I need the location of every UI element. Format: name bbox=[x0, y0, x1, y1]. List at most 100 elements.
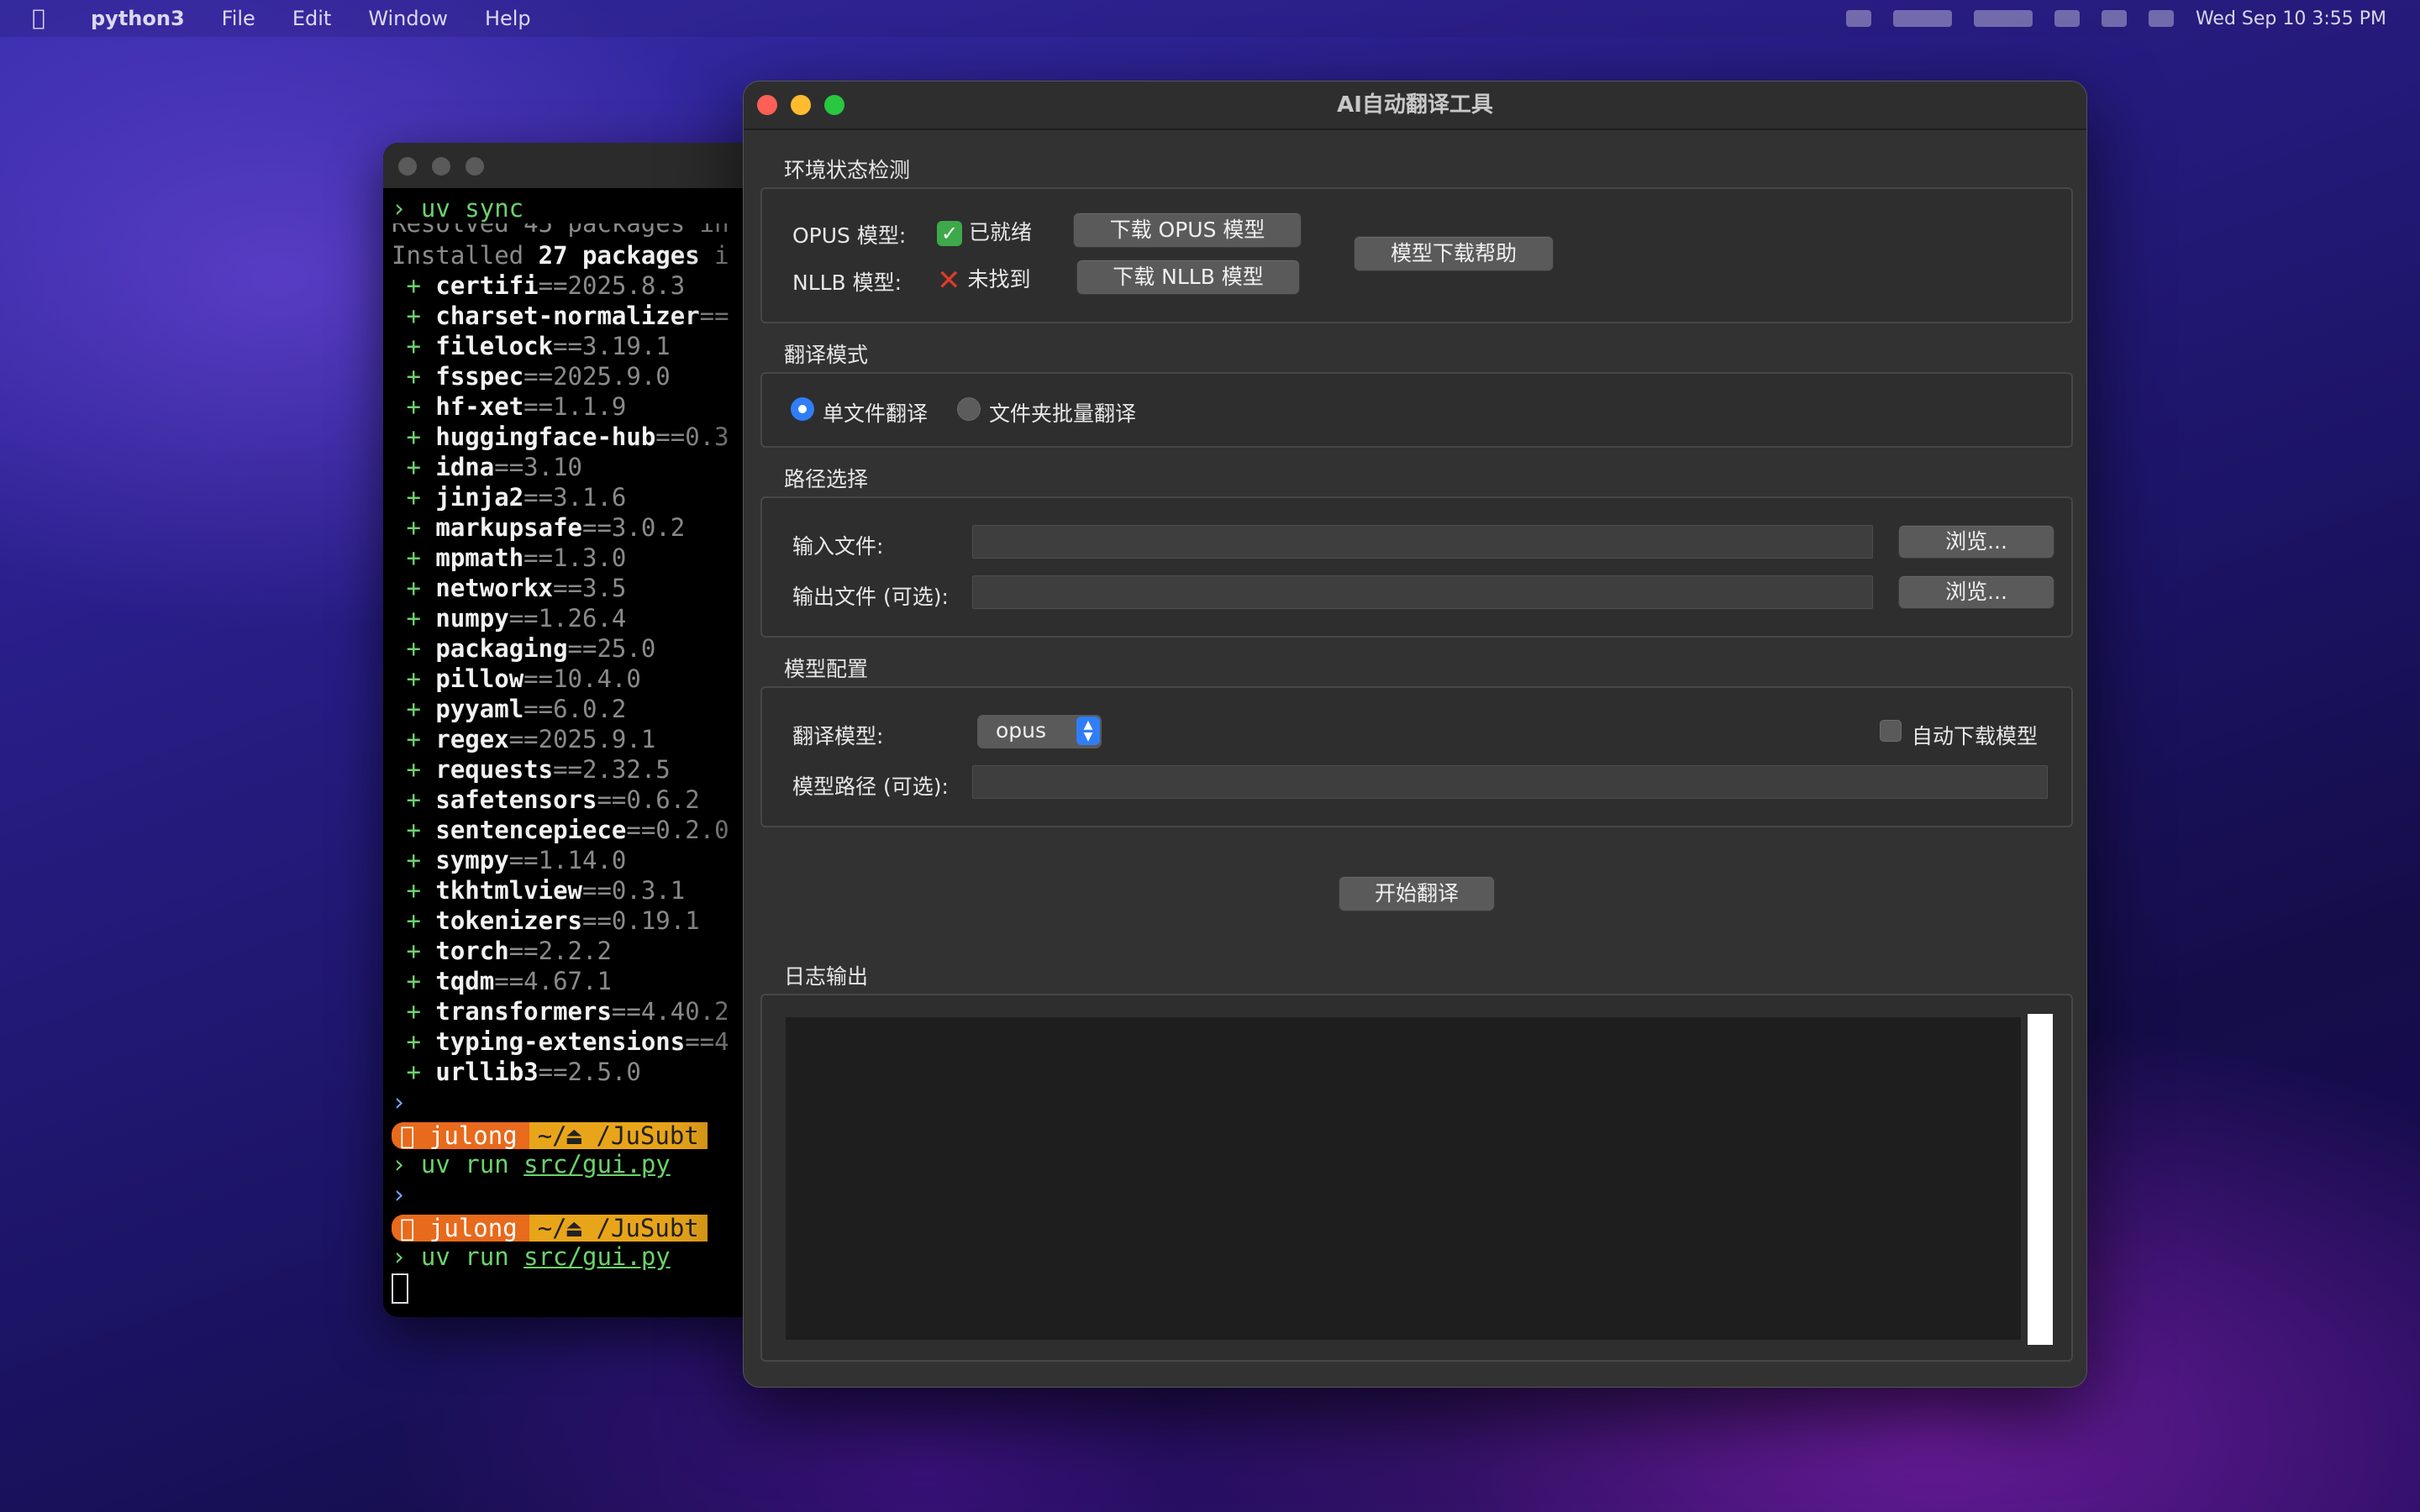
plus-sign: + bbox=[392, 906, 436, 935]
package-name: requests bbox=[435, 755, 554, 784]
single-file-label[interactable]: 单文件翻译 bbox=[823, 397, 928, 428]
plus-sign: + bbox=[392, 937, 436, 965]
package-line: + networkx==3.5 bbox=[392, 573, 729, 603]
plus-sign: + bbox=[392, 604, 436, 633]
package-name: jinja2 bbox=[435, 483, 524, 512]
package-name: hf-xet bbox=[435, 392, 524, 421]
menu-window[interactable]: Window bbox=[368, 7, 448, 30]
package-version: ==3.1.6 bbox=[523, 483, 627, 512]
model-download-help-button[interactable]: 模型下载帮助 bbox=[1354, 236, 1554, 271]
package-line: + typing-extensions==4 bbox=[392, 1026, 729, 1057]
opus-status-text: 已就绪 bbox=[968, 220, 1032, 244]
apple-menu-icon[interactable]:  bbox=[32, 6, 54, 31]
package-version: ==3.5 bbox=[553, 574, 627, 602]
translator-window[interactable]: AI自动翻译工具 环境状态检测 OPUS 模型: ✓ 已就绪 下载 OPUS 模… bbox=[743, 81, 2087, 1388]
plus-sign: + bbox=[392, 1027, 436, 1056]
package-name: networkx bbox=[435, 574, 554, 602]
plus-sign: + bbox=[392, 483, 436, 512]
browse-input-button[interactable]: 浏览... bbox=[1898, 525, 2054, 559]
package-name: sympy bbox=[435, 846, 509, 874]
opus-model-label: OPUS 模型: bbox=[792, 223, 907, 248]
package-version: ==4.40.2 bbox=[611, 997, 729, 1026]
package-name: fsspec bbox=[435, 362, 524, 391]
package-version: ==0.2.0 bbox=[626, 816, 729, 844]
package-name: typing-extensions bbox=[435, 1027, 686, 1056]
prompt-path: ~/⏏ /JuSubt bbox=[529, 1215, 708, 1242]
browse-output-button[interactable]: 浏览... bbox=[1898, 575, 2054, 609]
nllb-status: ✕ 未找到 bbox=[937, 263, 1030, 295]
terminal-minimize-button[interactable] bbox=[432, 157, 450, 176]
plus-sign: + bbox=[392, 362, 436, 391]
menu-app-name[interactable]: python3 bbox=[91, 7, 185, 30]
window-titlebar[interactable]: AI自动翻译工具 bbox=[744, 81, 2086, 130]
auto-download-label[interactable]: 自动下载模型 bbox=[1912, 720, 2038, 750]
package-line: + numpy==1.26.4 bbox=[392, 603, 729, 633]
package-name: numpy bbox=[435, 604, 509, 633]
path-group: 输入文件: 浏览... 输出文件 (可选): 浏览... bbox=[760, 496, 2073, 638]
nllb-model-label: NLLB 模型: bbox=[792, 270, 902, 295]
prompt-user:  julong bbox=[392, 1215, 529, 1242]
control-center-icon[interactable] bbox=[2148, 10, 2174, 27]
start-translation-button[interactable]: 开始翻译 bbox=[1339, 876, 1495, 911]
plus-sign: + bbox=[392, 271, 436, 300]
translation-model-select[interactable]: opus ▲ ▼ bbox=[977, 715, 1102, 748]
status-item-icon[interactable] bbox=[1845, 10, 1871, 27]
output-file-field[interactable] bbox=[972, 575, 1873, 609]
plus-sign: + bbox=[392, 755, 436, 784]
terminal-line bbox=[392, 1272, 729, 1304]
package-name: regex bbox=[435, 725, 509, 753]
log-scrollbar[interactable] bbox=[2028, 1014, 2053, 1345]
close-button[interactable] bbox=[757, 95, 777, 115]
package-version: ==0.3 bbox=[655, 423, 729, 451]
menu-file[interactable]: File bbox=[222, 7, 255, 30]
download-opus-button[interactable]: 下载 OPUS 模型 bbox=[1073, 213, 1302, 248]
status-item-icon[interactable] bbox=[1973, 10, 2033, 27]
package-line: + charset-normalizer== bbox=[392, 301, 729, 331]
package-line: + tkhtmlview==0.3.1 bbox=[392, 875, 729, 906]
package-name: urllib3 bbox=[435, 1058, 539, 1086]
minimize-button[interactable] bbox=[791, 95, 811, 115]
wifi-icon[interactable] bbox=[2101, 10, 2127, 27]
menu-bar:  python3 File Edit Window Help Wed Sep … bbox=[0, 0, 2420, 37]
package-line: + pillow==10.4.0 bbox=[392, 664, 729, 694]
plus-sign: + bbox=[392, 846, 436, 874]
menu-bar-clock[interactable]: Wed Sep 10 3:55 PM bbox=[2196, 8, 2386, 29]
package-version: ==3.19.1 bbox=[553, 332, 671, 360]
terminal-close-button[interactable] bbox=[398, 157, 417, 176]
prompt-user-name: julong bbox=[429, 1121, 518, 1150]
package-name: idna bbox=[435, 453, 495, 481]
path-section-title: 路径选择 bbox=[784, 467, 869, 491]
package-version: ==4 bbox=[685, 1027, 729, 1056]
battery-icon[interactable] bbox=[2054, 10, 2080, 27]
log-output-area[interactable] bbox=[786, 1017, 2021, 1340]
package-line: + regex==2025.9.1 bbox=[392, 724, 729, 754]
package-version: ==25.0 bbox=[567, 634, 656, 663]
zoom-button[interactable] bbox=[824, 95, 844, 115]
menu-bar-status-area: Wed Sep 10 3:55 PM bbox=[1845, 0, 2386, 37]
package-line: + markupsafe==3.0.2 bbox=[392, 512, 729, 543]
package-name: sentencepiece bbox=[435, 816, 627, 844]
resolved-line: Resolved 45 packages in bbox=[392, 223, 729, 238]
terminal-output[interactable]: › uv sync Resolved 45 packages in Installe… bbox=[392, 188, 729, 1304]
menu-help[interactable]: Help bbox=[485, 7, 531, 30]
terminal-cursor bbox=[392, 1273, 408, 1304]
plus-sign: + bbox=[392, 785, 436, 814]
download-nllb-button[interactable]: 下载 NLLB 模型 bbox=[1076, 260, 1300, 295]
single-file-radio[interactable] bbox=[791, 397, 814, 421]
terminal-zoom-button[interactable] bbox=[466, 157, 484, 176]
batch-folder-radio[interactable] bbox=[957, 397, 981, 421]
plus-sign: + bbox=[392, 392, 436, 421]
batch-folder-label[interactable]: 文件夹批量翻译 bbox=[989, 397, 1136, 428]
terminal-window[interactable]: › uv sync Resolved 45 packages in Installe… bbox=[383, 143, 753, 1317]
package-line: + certifi==2025.8.3 bbox=[392, 270, 729, 301]
input-file-field[interactable] bbox=[972, 525, 1873, 559]
package-name: markupsafe bbox=[435, 513, 582, 542]
model-path-field[interactable] bbox=[972, 765, 2048, 799]
terminal-titlebar[interactable] bbox=[383, 143, 753, 188]
apple-icon:  bbox=[400, 1214, 429, 1242]
auto-download-checkbox[interactable] bbox=[1880, 720, 1902, 742]
menu-edit[interactable]: Edit bbox=[292, 7, 331, 30]
package-version: ==1.1.9 bbox=[523, 392, 627, 421]
plus-sign: + bbox=[392, 332, 436, 360]
status-item-icon[interactable] bbox=[1892, 10, 1952, 27]
